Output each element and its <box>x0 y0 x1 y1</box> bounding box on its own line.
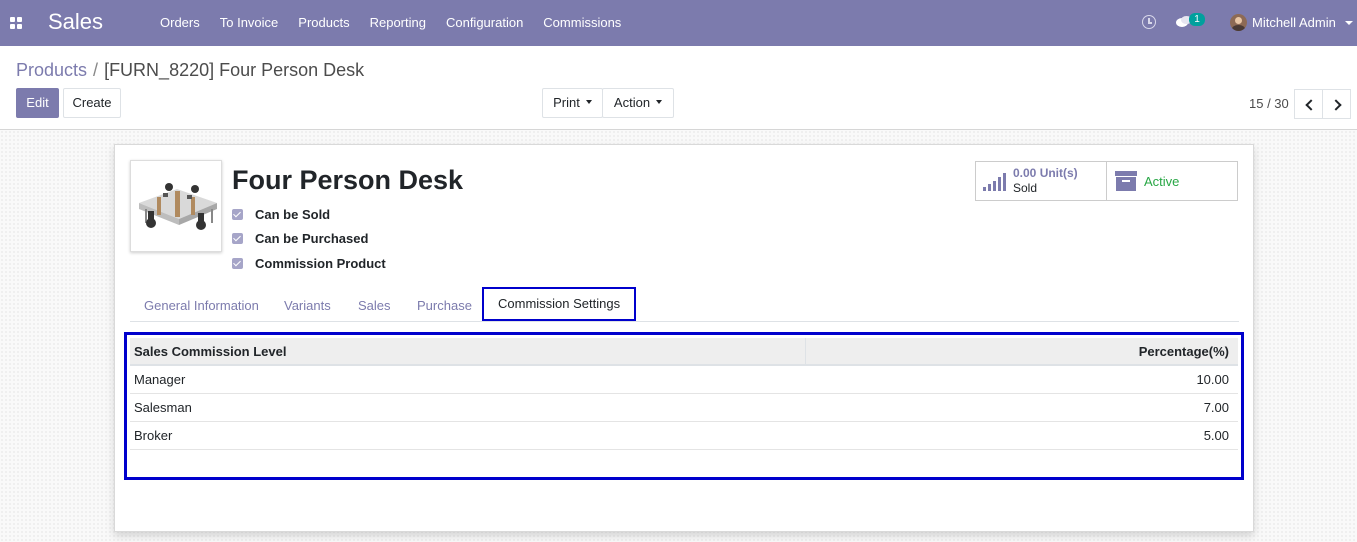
tab-commission-settings[interactable]: Commission Settings <box>482 287 637 321</box>
menu-item-configuration[interactable]: Configuration <box>436 0 533 46</box>
commission-level-cell: Manager <box>130 365 805 394</box>
menu-item-commissions[interactable]: Commissions <box>533 0 631 46</box>
app-title[interactable]: Sales <box>48 9 103 35</box>
table-row[interactable]: Manager 10.00 <box>130 365 1238 394</box>
archive-icon <box>1115 171 1137 191</box>
form-tabs: General Information Variants Sales Purch… <box>130 287 1239 322</box>
print-dropdown[interactable]: Print <box>542 88 603 118</box>
desk-image-icon <box>131 161 221 251</box>
can-be-sold-checkbox[interactable] <box>232 208 243 220</box>
product-name[interactable]: Four Person Desk <box>232 165 463 196</box>
sold-quantity: 0.00 Unit(s) <box>1013 166 1078 180</box>
empty-table-row <box>130 449 1238 476</box>
action-label: Action <box>613 95 651 110</box>
sold-stat-button[interactable]: 0.00 Unit(s) Sold <box>975 161 1107 201</box>
user-menu[interactable]: Mitchell Admin <box>1252 15 1336 30</box>
form-sheet: Four Person Desk Can be Sold Can be Purc… <box>114 144 1254 532</box>
commission-level-cell: Salesman <box>130 393 805 422</box>
signal-bars-icon <box>983 173 1007 191</box>
commission-product-row: Commission Product <box>232 254 386 272</box>
percentage-cell: 7.00 <box>805 393 1238 422</box>
can-be-purchased-row: Can be Purchased <box>232 229 368 247</box>
table-header-row: Sales Commission Level Percentage(%) <box>130 338 1238 366</box>
active-label: Active <box>1144 174 1180 189</box>
breadcrumb-products-link[interactable]: Products <box>16 60 87 80</box>
pager-previous-button[interactable] <box>1294 89 1323 119</box>
activity-clock-icon[interactable] <box>1142 15 1156 29</box>
commission-product-checkbox[interactable] <box>232 257 243 269</box>
can-be-sold-label: Can be Sold <box>255 206 331 222</box>
create-button[interactable]: Create <box>63 88 121 118</box>
main-menu: Orders To Invoice Products Reporting Con… <box>150 0 631 46</box>
table-row[interactable]: Broker 5.00 <box>130 421 1238 450</box>
menu-item-products[interactable]: Products <box>288 0 359 46</box>
breadcrumb-current: [FURN_8220] Four Person Desk <box>104 60 365 80</box>
messages-count-badge: 1 <box>1189 13 1205 26</box>
menu-item-to-invoice[interactable]: To Invoice <box>210 0 289 46</box>
apps-menu-icon[interactable] <box>10 17 22 29</box>
sold-label: Sold <box>1013 181 1038 195</box>
pager-next-button[interactable] <box>1322 89 1351 119</box>
can-be-purchased-checkbox[interactable] <box>232 232 243 244</box>
edit-button[interactable]: Edit <box>16 88 59 118</box>
can-be-sold-row: Can be Sold <box>232 205 330 223</box>
active-toggle-button[interactable]: Active <box>1106 161 1238 201</box>
commission-level-cell: Broker <box>130 421 805 450</box>
product-image[interactable] <box>130 160 222 252</box>
breadcrumb: Products / [FURN_8220] Four Person Desk <box>16 60 364 81</box>
action-dropdown[interactable]: Action <box>602 88 674 118</box>
commission-settings-panel: Sales Commission Level Percentage(%) Man… <box>124 332 1244 480</box>
tab-sales[interactable]: Sales <box>358 291 391 322</box>
can-be-purchased-label: Can be Purchased <box>255 230 369 246</box>
top-navbar: Sales Orders To Invoice Products Reporti… <box>0 0 1357 46</box>
pager-value[interactable]: 15 / 30 <box>1249 96 1289 111</box>
breadcrumb-separator: / <box>93 60 99 80</box>
column-header-commission-level[interactable]: Sales Commission Level <box>130 338 805 366</box>
commission-product-label: Commission Product <box>255 255 386 271</box>
user-avatar[interactable] <box>1230 14 1247 31</box>
form-content-area: Four Person Desk Can be Sold Can be Purc… <box>0 129 1357 542</box>
print-caret-icon <box>585 99 592 104</box>
commission-table: Sales Commission Level Percentage(%) Man… <box>130 338 1238 476</box>
table-row[interactable]: Salesman 7.00 <box>130 393 1238 422</box>
print-label: Print <box>553 95 580 110</box>
column-header-percentage[interactable]: Percentage(%) <box>804 338 1238 366</box>
empty-cell <box>130 449 805 476</box>
menu-item-orders[interactable]: Orders <box>150 0 210 46</box>
tab-variants[interactable]: Variants <box>284 291 331 322</box>
percentage-cell: 10.00 <box>805 365 1238 394</box>
action-caret-icon <box>656 99 663 104</box>
tab-general-information[interactable]: General Information <box>144 291 259 322</box>
empty-cell <box>805 449 1238 476</box>
percentage-cell: 5.00 <box>805 421 1238 450</box>
tab-purchase[interactable]: Purchase <box>417 291 472 322</box>
user-menu-caret-icon[interactable] <box>1345 21 1353 25</box>
menu-item-reporting[interactable]: Reporting <box>360 0 436 46</box>
